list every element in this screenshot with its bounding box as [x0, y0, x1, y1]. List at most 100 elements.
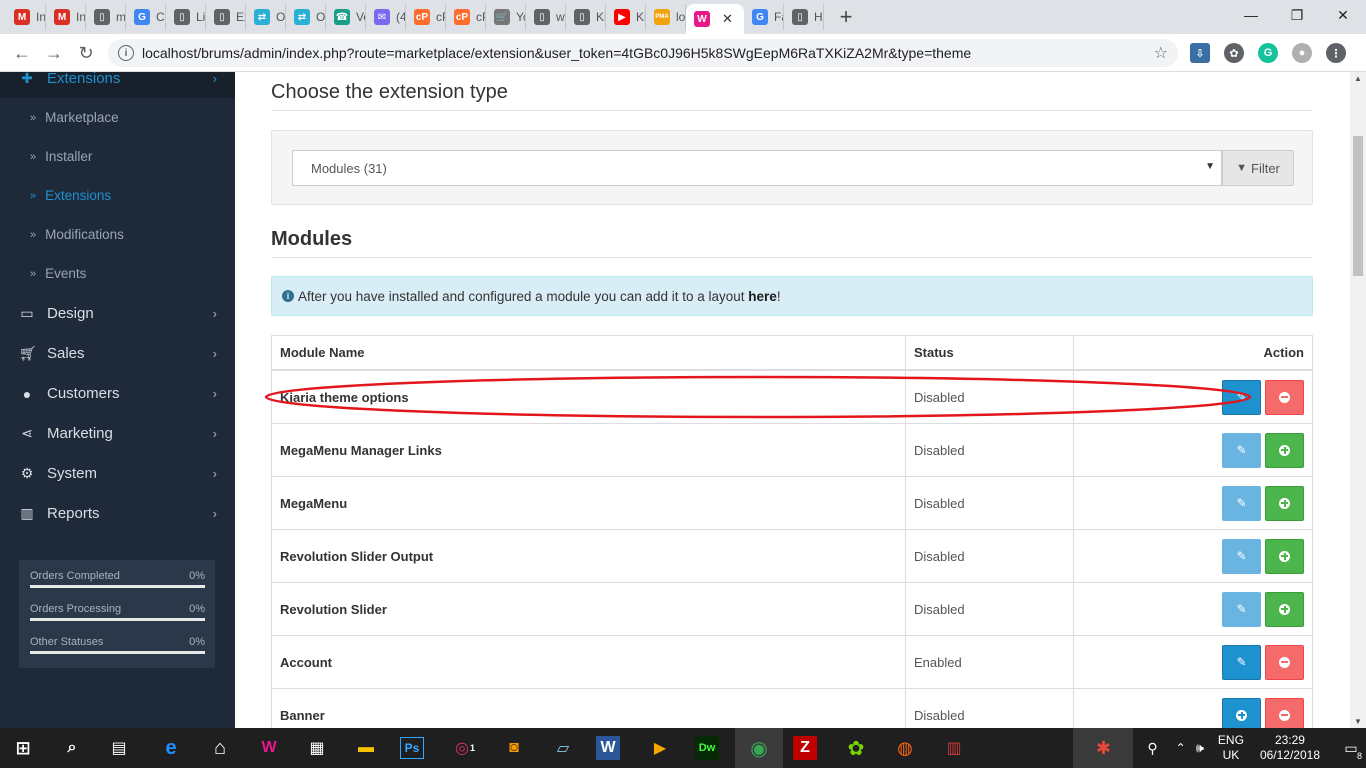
- sidebar-sub-events[interactable]: » Events: [0, 254, 235, 293]
- plus-circle-icon: [1279, 497, 1290, 509]
- tray-app-icon[interactable]: ✱: [1073, 728, 1134, 768]
- filter-button[interactable]: ▼ Filter: [1222, 150, 1294, 186]
- file-explorer-icon[interactable]: ▬: [351, 733, 381, 763]
- icq-icon[interactable]: ✿: [841, 733, 871, 763]
- notepad-icon[interactable]: ▱: [548, 733, 578, 763]
- sidebar-sub-modifications[interactable]: » Modifications: [0, 215, 235, 254]
- tab-label: Co: [156, 10, 165, 24]
- close-window-icon[interactable]: ✕: [1320, 0, 1366, 30]
- cpanel-taskbar-icon[interactable]: ◙: [499, 733, 529, 763]
- clock[interactable]: 23:29 06/12/2018: [1260, 733, 1320, 763]
- user-icon: ●: [22, 385, 32, 402]
- install-button[interactable]: [1265, 485, 1304, 521]
- sidebar-item-extensions-header[interactable]: ✚ Extensions ›: [0, 70, 235, 98]
- page-scrollbar[interactable]: ▲ ▼: [1350, 72, 1366, 728]
- word-icon[interactable]: W: [596, 736, 620, 760]
- browser-tab[interactable]: G Co: [126, 4, 166, 30]
- scroll-up-icon[interactable]: ▲: [1354, 74, 1362, 83]
- browser-tab[interactable]: ⇄ Op: [286, 4, 326, 30]
- browser-tab[interactable]: ☎ Voi: [326, 4, 366, 30]
- notification-center-icon[interactable]: ▭ 8: [1336, 740, 1366, 761]
- sidebar-sub-marketplace[interactable]: » Marketplace: [0, 98, 235, 137]
- wamp-taskbar-icon[interactable]: W: [254, 733, 284, 763]
- browser-tab[interactable]: ▶ Kia: [606, 4, 646, 30]
- profile-avatar-icon[interactable]: ●: [1292, 43, 1312, 63]
- edge-icon[interactable]: e: [156, 733, 186, 763]
- language-indicator[interactable]: ENG UK: [1218, 733, 1244, 763]
- minimize-icon[interactable]: —: [1228, 0, 1274, 30]
- home-icon[interactable]: ⌂: [205, 733, 235, 763]
- download-extension-icon[interactable]: ⇩: [1190, 43, 1210, 63]
- browser-tab[interactable]: ✉ (43: [366, 4, 406, 30]
- browser-tab[interactable]: G Fat: [744, 4, 784, 30]
- scroll-down-icon[interactable]: ▼: [1354, 717, 1362, 726]
- media-player-icon[interactable]: ▶: [645, 733, 675, 763]
- browser-tab-active[interactable]: W ✕: [686, 4, 744, 34]
- browser-tab[interactable]: 🛒 You: [486, 4, 526, 30]
- edit-button[interactable]: ✎: [1222, 379, 1261, 415]
- leaf-extension-icon[interactable]: ✿: [1224, 43, 1244, 63]
- sidebar-sub-extensions[interactable]: » Extensions: [0, 176, 235, 215]
- maximize-icon[interactable]: ❐: [1274, 0, 1320, 30]
- sidebar-item-system[interactable]: ⚙ System ›: [0, 454, 235, 493]
- address-bar[interactable]: i localhost/brums/admin/index.php?route=…: [108, 39, 1178, 67]
- bookmark-star-icon[interactable]: ☆: [1154, 43, 1168, 63]
- dreamweaver-icon[interactable]: Dw: [695, 736, 719, 760]
- menu-icon[interactable]: ⋮: [1326, 43, 1346, 63]
- edit-button[interactable]: ✎: [1222, 432, 1261, 468]
- sidebar-item-sales[interactable]: 🛒︎ Sales ›: [0, 334, 235, 373]
- install-button[interactable]: [1265, 432, 1304, 468]
- add-module-button[interactable]: [1222, 697, 1261, 728]
- browser-tab[interactable]: ▯ ww: [526, 4, 566, 30]
- scrollbar-thumb[interactable]: [1353, 136, 1363, 276]
- browser-tab[interactable]: ▯ ma: [86, 4, 126, 30]
- browser-tab[interactable]: M Inb: [6, 4, 46, 30]
- task-view-icon[interactable]: ▤: [104, 733, 134, 763]
- install-button[interactable]: [1265, 538, 1304, 574]
- people-icon[interactable]: ⚲: [1147, 740, 1157, 757]
- uninstall-button[interactable]: [1265, 644, 1304, 680]
- store-icon[interactable]: ▦: [302, 733, 332, 763]
- uninstall-button[interactable]: [1265, 697, 1304, 728]
- instagram-icon[interactable]: ◎ 1: [450, 733, 480, 763]
- browser-tab[interactable]: PMA loc: [646, 4, 686, 30]
- browser-tab[interactable]: ▯ Lile: [166, 4, 206, 30]
- url-text[interactable]: localhost/brums/admin/index.php?route=ma…: [142, 45, 971, 61]
- browser-tab[interactable]: ▯ Kia: [566, 4, 606, 30]
- layout-link[interactable]: here: [748, 289, 777, 304]
- sidebar-sub-installer[interactable]: » Installer: [0, 137, 235, 176]
- photoshop-icon[interactable]: Ps: [400, 737, 424, 759]
- uninstall-button[interactable]: [1265, 379, 1304, 415]
- close-tab-icon[interactable]: ✕: [722, 11, 733, 27]
- browser-tab[interactable]: ▯ Ext: [206, 4, 246, 30]
- windows-taskbar: ⊞ ⌕ ▤ e ⌂ W ▦ ▬ Ps ◎ 1 ◙ ▱ W ▶ Dw ◉ Z ✿ ◍…: [0, 728, 1366, 768]
- winrar-icon[interactable]: ▥: [939, 733, 969, 763]
- volume-icon[interactable]: 🕪︎: [1196, 740, 1204, 756]
- browser-tab[interactable]: M Inb: [46, 4, 86, 30]
- windows-start-icon[interactable]: ⊞: [8, 733, 38, 763]
- column-header-name[interactable]: Module Name: [272, 336, 906, 369]
- browser-tab[interactable]: ⇄ Op: [246, 4, 286, 30]
- extension-type-select[interactable]: Modules (31) ▼: [292, 150, 1222, 186]
- browser-tab[interactable]: ▯ Ha: [784, 4, 824, 30]
- grammarly-icon[interactable]: G: [1258, 43, 1278, 63]
- search-icon[interactable]: ⌕: [57, 733, 87, 763]
- browser-tab[interactable]: cP cPa: [406, 4, 446, 30]
- tray-badge-icon: ✱: [1095, 737, 1111, 758]
- sidebar-item-marketing[interactable]: ⋖ Marketing ›: [0, 414, 235, 453]
- filezilla-icon[interactable]: Z: [793, 736, 817, 760]
- browser-tab[interactable]: cP cPa: [446, 4, 486, 30]
- edit-button[interactable]: ✎: [1222, 644, 1261, 680]
- edit-button[interactable]: ✎: [1222, 538, 1261, 574]
- table-row: Account Enabled ✎: [272, 636, 1312, 689]
- chevron-up-icon[interactable]: ⌃: [1176, 741, 1186, 755]
- new-tab-icon[interactable]: +: [832, 4, 860, 30]
- sidebar-item-customers[interactable]: ● Customers ›: [0, 374, 235, 413]
- edit-button[interactable]: ✎: [1222, 591, 1261, 627]
- sidebar-item-reports[interactable]: ▥ Reports ›: [0, 494, 235, 533]
- sidebar-item-design[interactable]: ▭ Design ›: [0, 294, 235, 333]
- chrome-icon[interactable]: ◉: [744, 733, 774, 763]
- edit-button[interactable]: ✎: [1222, 485, 1261, 521]
- firefox-icon[interactable]: ◍: [890, 733, 920, 763]
- install-button[interactable]: [1265, 591, 1304, 627]
